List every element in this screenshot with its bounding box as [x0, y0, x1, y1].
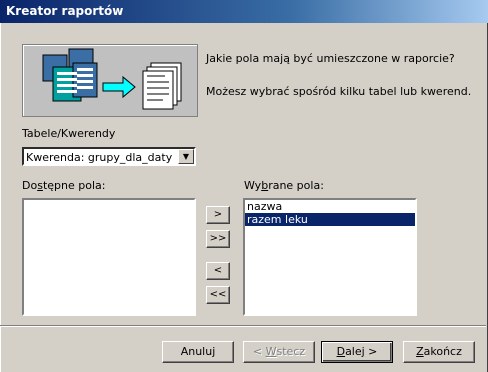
source-select[interactable]: Kwerenda: grupy_dla_daty ▼: [22, 147, 196, 166]
remove-all-fields-button[interactable]: <<: [206, 286, 230, 304]
selected-fields-label: Wybrane pola:: [244, 179, 324, 192]
cancel-button[interactable]: Anuluj: [162, 341, 234, 363]
add-all-fields-button[interactable]: >>: [206, 230, 230, 248]
window-title: Kreator raportów: [6, 4, 124, 18]
list-item[interactable]: nazwa: [245, 200, 415, 213]
available-fields-label: Dostępne pola:: [22, 179, 106, 192]
intro-hint: Możesz wybrać spośród kilku tabel lub kw…: [206, 85, 472, 98]
available-fields-list[interactable]: [22, 198, 196, 316]
back-button[interactable]: < Wstecz: [243, 341, 315, 363]
next-button[interactable]: Dalej >: [321, 341, 393, 363]
chevron-down-icon[interactable]: ▼: [178, 149, 194, 164]
remove-field-button[interactable]: <: [206, 262, 230, 280]
title-bar[interactable]: Kreator raportów: [0, 0, 488, 23]
footer-divider: [0, 325, 486, 327]
source-label: Tabele/Kwerendy: [22, 127, 116, 140]
finish-button[interactable]: Zakończ: [403, 341, 475, 363]
list-item[interactable]: razem leku: [245, 213, 415, 226]
wizard-illustration: [22, 44, 198, 117]
selected-fields-list[interactable]: nazwa razem leku: [243, 198, 417, 316]
intro-question: Jakie pola mają być umieszczone w raporc…: [206, 52, 455, 65]
add-field-button[interactable]: >: [206, 206, 230, 224]
report-wizard-icon: [42, 48, 182, 110]
source-select-value: Kwerenda: grupy_dla_daty: [26, 151, 173, 164]
